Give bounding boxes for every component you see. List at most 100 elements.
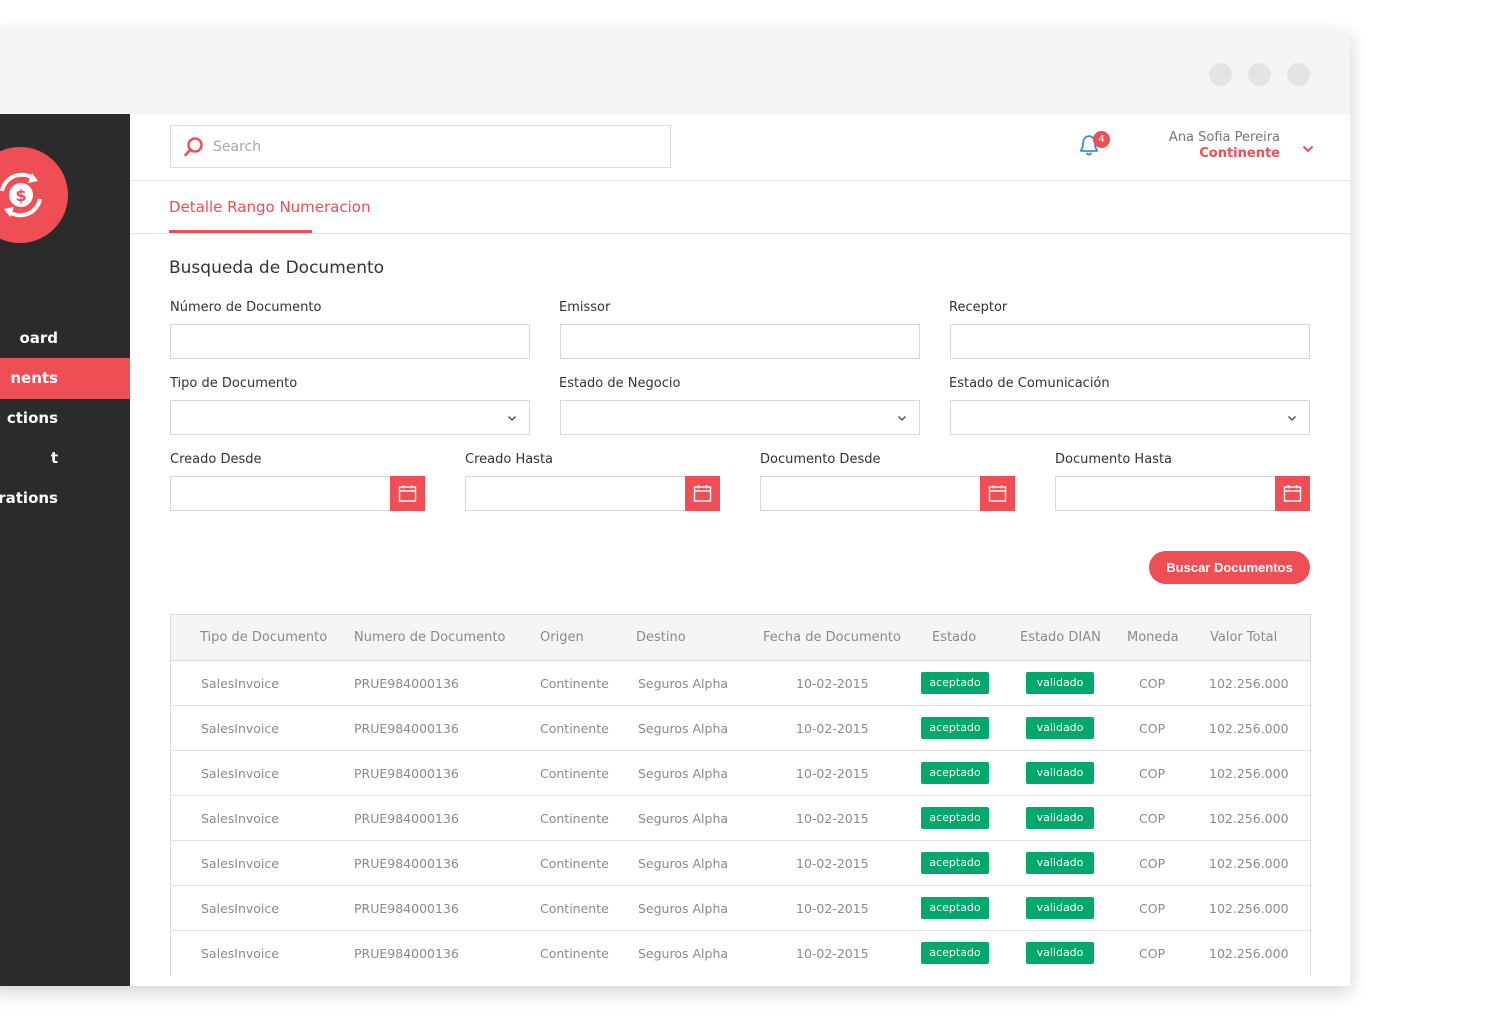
label-estado-negocio: Estado de Negocio: [559, 376, 681, 391]
section-title: Busqueda de Documento: [169, 258, 385, 278]
documento-hasta-calendar-button[interactable]: [1275, 476, 1310, 511]
column-header[interactable]: Tipo de Documento: [200, 615, 327, 661]
cell-numero-documento: PRUE984000136: [354, 856, 459, 871]
cell-valor-total: 102.256.000: [1209, 721, 1289, 736]
window-maximize-button[interactable]: [1248, 63, 1271, 86]
cell-estado: aceptado: [921, 717, 989, 739]
cell-valor-total: 102.256.000: [1209, 766, 1289, 781]
top-header: 4 Ana Sofia Pereira Continente: [130, 114, 1350, 181]
chevron-down-icon[interactable]: [1302, 145, 1314, 153]
search-box: [170, 125, 671, 168]
cell-destino: Seguros Alpha: [638, 721, 729, 736]
app-window: $ oard nents ctions t urations 4 Ana Sof…: [0, 30, 1350, 986]
calendar-icon: [1283, 485, 1302, 502]
column-header[interactable]: Estado DIAN: [1020, 615, 1101, 661]
documento-desde-calendar-button[interactable]: [980, 476, 1015, 511]
search-input[interactable]: [213, 126, 653, 167]
cell-destino: Seguros Alpha: [638, 901, 729, 916]
table-row[interactable]: SalesInvoice PRUE984000136 Continente Segur…: [171, 796, 1310, 841]
cell-tipo-documento: SalesInvoice: [201, 946, 279, 961]
cell-estado-dian: validado: [1026, 852, 1094, 874]
cell-estado: aceptado: [921, 807, 989, 829]
cell-valor-total: 102.256.000: [1209, 946, 1289, 961]
main-content: Busqueda de Documento Número de Document…: [130, 234, 1350, 986]
receptor-input[interactable]: [950, 324, 1310, 359]
table-row[interactable]: SalesInvoice PRUE984000136 Continente Segur…: [171, 661, 1310, 706]
buscar-documentos-button[interactable]: Buscar Documentos: [1149, 551, 1310, 584]
cell-destino: Seguros Alpha: [638, 811, 729, 826]
user-name[interactable]: Ana Sofia Pereira: [1169, 130, 1280, 145]
sidebar-item-transactions[interactable]: ctions: [0, 398, 130, 439]
estado-comunicacion-select[interactable]: [950, 400, 1310, 435]
cell-numero-documento: PRUE984000136: [354, 721, 459, 736]
label-numero-documento: Número de Documento: [170, 300, 322, 315]
cell-estado: aceptado: [921, 942, 989, 964]
cell-moneda: COP: [1139, 856, 1166, 871]
tipo-documento-select[interactable]: [170, 400, 530, 435]
sidebar-item-dashboard[interactable]: oard: [0, 318, 130, 359]
tab-detalle-rango-numeracion[interactable]: Detalle Rango Numeracion: [169, 181, 370, 233]
column-header[interactable]: Moneda: [1127, 615, 1179, 661]
cell-fecha-documento: 10-02-2015: [796, 856, 869, 871]
table-row[interactable]: SalesInvoice PRUE984000136 Continente Segur…: [171, 706, 1310, 751]
column-header[interactable]: Numero de Documento: [354, 615, 505, 661]
creado-desde-input[interactable]: [170, 476, 391, 511]
cell-estado: aceptado: [921, 897, 989, 919]
label-creado-desde: Creado Desde: [170, 452, 262, 467]
sidebar-item-documents[interactable]: nents: [0, 358, 130, 399]
cell-tipo-documento: SalesInvoice: [201, 766, 279, 781]
cell-origen: Continente: [540, 856, 609, 871]
estado-negocio-select[interactable]: [560, 400, 920, 435]
chevron-down-icon: [1287, 415, 1297, 422]
creado-hasta-calendar-button[interactable]: [685, 476, 720, 511]
active-tab-indicator: [169, 230, 312, 233]
cell-moneda: COP: [1139, 676, 1166, 691]
sidebar-item-report[interactable]: t: [0, 438, 130, 479]
cell-valor-total: 102.256.000: [1209, 901, 1289, 916]
cell-moneda: COP: [1139, 901, 1166, 916]
documents-table: Tipo de Documento Numero de Documento Or…: [170, 614, 1311, 976]
cell-origen: Continente: [540, 901, 609, 916]
cell-origen: Continente: [540, 811, 609, 826]
numero-documento-input[interactable]: [170, 324, 530, 359]
column-header[interactable]: Fecha de Documento: [763, 615, 901, 661]
documento-hasta-input[interactable]: [1055, 476, 1276, 511]
search-icon: [184, 137, 203, 157]
cell-numero-documento: PRUE984000136: [354, 901, 459, 916]
cell-fecha-documento: 10-02-2015: [796, 946, 869, 961]
cell-fecha-documento: 10-02-2015: [796, 766, 869, 781]
table-row[interactable]: SalesInvoice PRUE984000136 Continente Segur…: [171, 886, 1310, 931]
cell-estado-dian: validado: [1026, 942, 1094, 964]
sidebar-item-configurations[interactable]: urations: [0, 478, 130, 519]
cell-estado-dian: validado: [1026, 672, 1094, 694]
cell-moneda: COP: [1139, 946, 1166, 961]
calendar-icon: [398, 485, 417, 502]
table-row[interactable]: SalesInvoice PRUE984000136 Continente Segur…: [171, 841, 1310, 886]
table-row[interactable]: SalesInvoice PRUE984000136 Continente Segur…: [171, 931, 1310, 976]
creado-hasta-input[interactable]: [465, 476, 686, 511]
window-close-button[interactable]: [1287, 63, 1310, 86]
sidebar: $ oard nents ctions t urations: [0, 114, 130, 986]
column-header[interactable]: Destino: [636, 615, 686, 661]
emisor-input[interactable]: [560, 324, 920, 359]
cell-origen: Continente: [540, 676, 609, 691]
cell-numero-documento: PRUE984000136: [354, 946, 459, 961]
column-header[interactable]: Valor Total: [1210, 615, 1277, 661]
column-header[interactable]: Origen: [540, 615, 584, 661]
cell-valor-total: 102.256.000: [1209, 856, 1289, 871]
cell-estado-dian: validado: [1026, 717, 1094, 739]
window-minimize-button[interactable]: [1209, 63, 1232, 86]
cell-valor-total: 102.256.000: [1209, 811, 1289, 826]
title-bar: [0, 30, 1350, 114]
tab-bar: Detalle Rango Numeracion: [130, 181, 1350, 234]
cell-estado: aceptado: [921, 672, 989, 694]
user-organization[interactable]: Continente: [1199, 146, 1280, 161]
creado-desde-calendar-button[interactable]: [390, 476, 425, 511]
documento-desde-input[interactable]: [760, 476, 981, 511]
label-tipo-documento: Tipo de Documento: [170, 376, 298, 391]
cell-numero-documento: PRUE984000136: [354, 676, 459, 691]
label-estado-comunicacion: Estado de Comunicación: [949, 376, 1110, 391]
table-row[interactable]: SalesInvoice PRUE984000136 Continente Segur…: [171, 751, 1310, 796]
chevron-down-icon: [507, 415, 517, 422]
column-header[interactable]: Estado: [932, 615, 976, 661]
